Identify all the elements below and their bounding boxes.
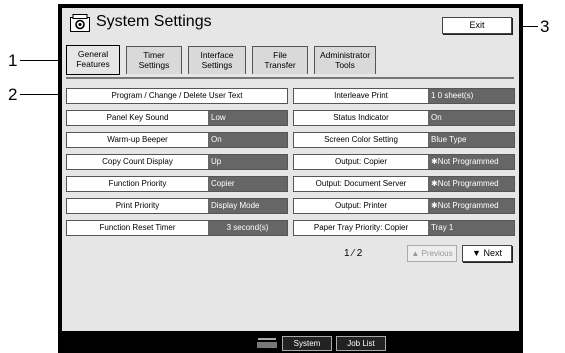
setting-user-text[interactable]: Program / Change / Delete User Text: [66, 88, 288, 104]
setting-label: Print Priority: [67, 199, 208, 213]
status-indicator-icon: [257, 338, 277, 348]
job-list-button[interactable]: Job List: [336, 336, 386, 351]
tab-label-line1: Timer: [143, 50, 165, 60]
setting-output-copier[interactable]: Output: Copier ✱Not Programmed: [293, 154, 515, 170]
setting-print-priority[interactable]: Print Priority Display Mode: [66, 198, 288, 214]
setting-label: Paper Tray Priority: Copier: [294, 221, 428, 235]
title-bar: System Settings Exit: [62, 8, 519, 38]
tab-label-line2: Settings: [201, 60, 233, 70]
setting-value: On: [428, 111, 514, 125]
tab-label-line2: Features: [76, 59, 110, 69]
setting-label: Output: Printer: [294, 199, 428, 213]
setting-label: Function Priority: [67, 177, 208, 191]
setting-value: 1 0 sheet(s): [428, 89, 514, 103]
setting-value: Copier: [208, 177, 287, 191]
tab-label-line1: File: [273, 50, 287, 60]
setting-function-priority[interactable]: Function Priority Copier: [66, 176, 288, 192]
setting-value: Up: [208, 155, 287, 169]
tab-label-line1: Administrator: [319, 50, 371, 60]
tab-timer-settings[interactable]: Timer Settings: [126, 46, 182, 74]
setting-interleave-print[interactable]: Interleave Print 1 0 sheet(s): [293, 88, 515, 104]
setting-label: Copy Count Display: [67, 155, 208, 169]
callout-1: 1: [8, 51, 18, 70]
callout-3: 3: [540, 17, 550, 36]
tab-label-line2: Tools: [335, 60, 355, 70]
setting-value: ✱Not Programmed: [428, 177, 514, 191]
setting-value: Blue Type: [428, 133, 514, 147]
setting-label: Output: Copier: [294, 155, 428, 169]
setting-value: ✱Not Programmed: [428, 199, 514, 213]
setting-label: Interleave Print: [294, 89, 428, 103]
tab-divider: [66, 77, 514, 79]
setting-value: ✱Not Programmed: [428, 155, 514, 169]
setting-paper-tray-priority-copier[interactable]: Paper Tray Priority: Copier Tray 1: [293, 220, 515, 236]
settings-panel: System Settings Exit General Features Ti…: [62, 8, 519, 331]
setting-value: Tray 1: [428, 221, 514, 235]
tab-file-transfer[interactable]: File Transfer: [252, 46, 308, 74]
settings-icon: [70, 14, 90, 32]
setting-label: Screen Color Setting: [294, 133, 428, 147]
setting-label: Warm-up Beeper: [67, 133, 208, 147]
tab-interface-settings[interactable]: Interface Settings: [188, 46, 246, 74]
setting-label: Program / Change / Delete User Text: [67, 89, 287, 103]
figure: 1 2 3 System Settings Exit General Featu…: [0, 0, 565, 353]
setting-label: Status Indicator: [294, 111, 428, 125]
status-bar: System Status Job List: [58, 333, 523, 353]
page-indicator: 1 ⁄ 2: [344, 248, 363, 259]
setting-copy-count-display[interactable]: Copy Count Display Up: [66, 154, 288, 170]
tab-bar: General Features Timer Settings Interfac…: [62, 42, 519, 82]
next-button[interactable]: ▼ Next: [462, 245, 512, 262]
tab-general-features[interactable]: General Features: [66, 45, 120, 75]
setting-warm-up-beeper[interactable]: Warm-up Beeper On: [66, 132, 288, 148]
setting-output-printer[interactable]: Output: Printer ✱Not Programmed: [293, 198, 515, 214]
system-status-button[interactable]: System Status: [282, 336, 332, 353]
tab-administrator-tools[interactable]: Administrator Tools: [314, 46, 376, 74]
previous-button[interactable]: ▲ Previous: [407, 245, 457, 262]
tab-label-line1: General: [77, 49, 109, 59]
setting-value: Low: [208, 111, 287, 125]
page-title: System Settings: [96, 13, 212, 30]
setting-status-indicator[interactable]: Status Indicator On: [293, 110, 515, 126]
setting-output-document-server[interactable]: Output: Document Server ✱Not Programmed: [293, 176, 515, 192]
setting-value: Display Mode: [208, 199, 287, 213]
setting-panel-key-sound[interactable]: Panel Key Sound Low: [66, 110, 288, 126]
tab-label-line2: Transfer: [264, 60, 296, 70]
setting-screen-color[interactable]: Screen Color Setting Blue Type: [293, 132, 515, 148]
setting-value: 3 second(s): [208, 221, 287, 235]
exit-button[interactable]: Exit: [442, 17, 512, 34]
setting-label: Output: Document Server: [294, 177, 428, 191]
setting-value: On: [208, 133, 287, 147]
device-screen: System Settings Exit General Features Ti…: [58, 4, 523, 353]
setting-label: Function Reset Timer: [67, 221, 208, 235]
setting-label: Panel Key Sound: [67, 111, 208, 125]
tab-label-line2: Settings: [138, 60, 170, 70]
tab-label-line1: Interface: [200, 50, 234, 60]
callout-2: 2: [8, 85, 18, 104]
setting-function-reset-timer[interactable]: Function Reset Timer 3 second(s): [66, 220, 288, 236]
